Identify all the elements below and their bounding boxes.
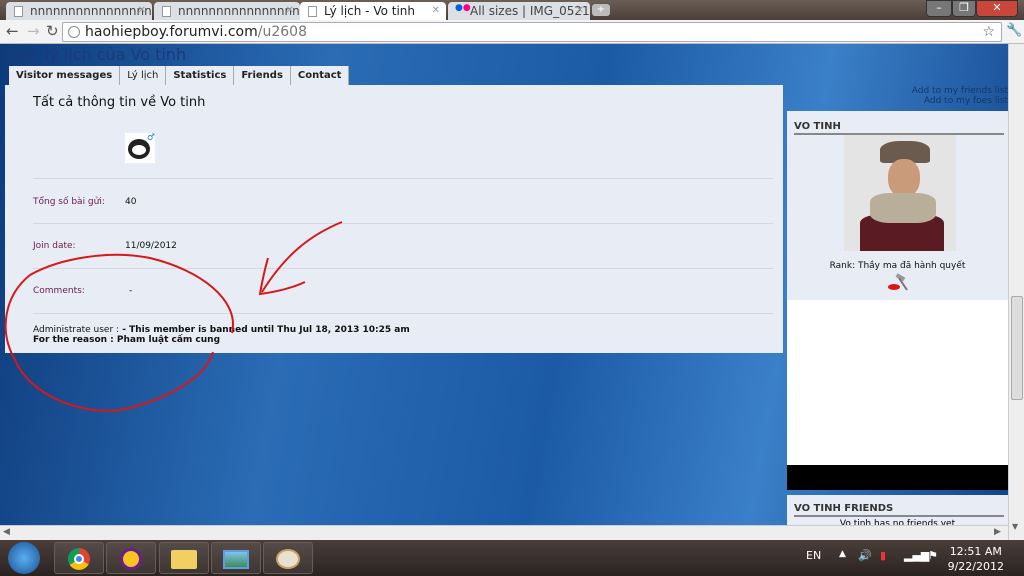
user-card: VO TINH Rank: Thầy ma đã hành quyết	[787, 111, 1008, 300]
network-signal-icon[interactable]: ▂▄▆	[904, 549, 929, 562]
action-center-flag-icon[interactable]: ⚑	[928, 549, 938, 562]
sidebar-blank	[787, 300, 1008, 465]
url-host: haohiepboy.forumvi.com	[85, 24, 258, 40]
back-icon[interactable]: ←	[6, 22, 19, 40]
red-annotation	[4, 221, 343, 412]
forward-icon[interactable]: →	[27, 22, 40, 40]
close-icon[interactable]: ✕	[286, 5, 294, 16]
show-hidden-icons[interactable]: ▲	[839, 549, 846, 559]
hammer-icon	[888, 273, 908, 291]
close-icon[interactable]: ✕	[432, 5, 440, 16]
friends-heading: VO TINH FRIENDS	[794, 503, 1004, 517]
language-indicator[interactable]: EN	[806, 549, 821, 562]
scroll-right-icon[interactable]: ▶	[994, 527, 1001, 537]
browser-tab-bar: nnnnnnnnnnnnnnnn... ✕ nnnnnnnnnnnnnnnn...…	[0, 0, 1024, 20]
minimize-button[interactable]: –	[926, 0, 952, 17]
url-path: /u2608	[257, 24, 307, 40]
add-foe-link[interactable]: Add to my foes list	[912, 96, 1008, 106]
scroll-left-icon[interactable]: ◀	[3, 527, 10, 537]
close-icon[interactable]: ✕	[576, 5, 584, 16]
scroll-down-icon[interactable]: ▼	[1012, 522, 1018, 531]
taskbar: EN ▲ 🔊 ▮ ▂▄▆ ⚑ 12:51 AM 9/22/2012	[0, 540, 1024, 576]
maximize-button[interactable]: ❐	[952, 0, 976, 17]
taskbar-explorer[interactable]	[159, 542, 209, 574]
battery-icon[interactable]: ▮	[880, 549, 886, 562]
taskbar-yahoo-messenger[interactable]	[106, 542, 156, 574]
flickr-icon: ●●	[455, 3, 471, 13]
username-heading: VO TINH	[794, 121, 1004, 135]
reload-icon[interactable]: ↻	[46, 22, 59, 40]
sidebar-black-bar	[787, 465, 1008, 490]
tab-label: nnnnnnnnnnnnnnnn...	[178, 4, 300, 18]
address-bar[interactable]: haohiepboy.forumvi.com/u2608 ☆	[62, 22, 1002, 42]
globe-icon	[68, 26, 80, 38]
page-icon	[14, 6, 23, 17]
browser-tab[interactable]: ●● All sizes | IMG_0521... ✕	[448, 2, 590, 20]
taskbar-paint[interactable]	[263, 542, 313, 574]
paint-palette-icon	[276, 549, 300, 569]
friends-box: VO TINH FRIENDS Vo tinh has no friends y…	[787, 495, 1008, 525]
windows-start-icon[interactable]	[8, 542, 40, 574]
page-content: Xem lý lịch của Vo tinh Visitor messages…	[0, 44, 1024, 540]
volume-icon[interactable]: 🔊	[858, 549, 872, 562]
horizontal-scrollbar[interactable]: ◀ ▶	[0, 525, 1008, 540]
tab-label: All sizes | IMG_0521...	[470, 4, 590, 18]
vertical-scrollbar[interactable]: ▼	[1008, 44, 1024, 540]
date: 9/22/2012	[947, 560, 1004, 573]
rank-text: Rank: Thầy ma đã hành quyết	[829, 261, 966, 271]
taskbar-chrome[interactable]	[54, 542, 104, 574]
scrollbar-thumb[interactable]	[1011, 296, 1023, 400]
clock[interactable]: 12:51 AM 9/22/2012	[948, 544, 1004, 574]
new-tab-button[interactable]: +	[592, 4, 610, 16]
friend-links: Add to my friends list Add to my foes lis…	[912, 86, 1008, 106]
page-icon	[308, 6, 317, 17]
tab-label: nnnnnnnnnnnnnnnn...	[30, 4, 152, 18]
browser-tab[interactable]: nnnnnnnnnnnnnnnn... ✕	[6, 2, 152, 20]
star-icon[interactable]: ☆	[982, 23, 995, 41]
yahoo-messenger-icon	[120, 548, 142, 570]
browser-tab[interactable]: nnnnnnnnnnnnnnnn... ✕	[154, 2, 300, 20]
close-icon[interactable]: ✕	[138, 5, 146, 16]
taskbar-photo-viewer[interactable]	[211, 542, 261, 574]
close-window-button[interactable]: ✕	[976, 0, 1018, 17]
page-icon	[162, 6, 171, 17]
folder-icon	[171, 550, 197, 569]
profile-photo	[844, 135, 956, 251]
photo-viewer-icon	[223, 550, 249, 569]
tab-label: Lý lịch - Vo tinh	[324, 4, 416, 18]
chrome-icon	[68, 548, 90, 570]
add-friend-link[interactable]: Add to my friends list	[912, 86, 1008, 96]
browser-toolbar: ← → ↻ haohiepboy.forumvi.com/u2608 ☆ 🔧	[0, 20, 1024, 44]
wrench-icon[interactable]: 🔧	[1006, 23, 1022, 38]
time: 12:51 AM	[949, 545, 1002, 558]
browser-tab-active[interactable]: Lý lịch - Vo tinh ✕	[300, 2, 446, 20]
